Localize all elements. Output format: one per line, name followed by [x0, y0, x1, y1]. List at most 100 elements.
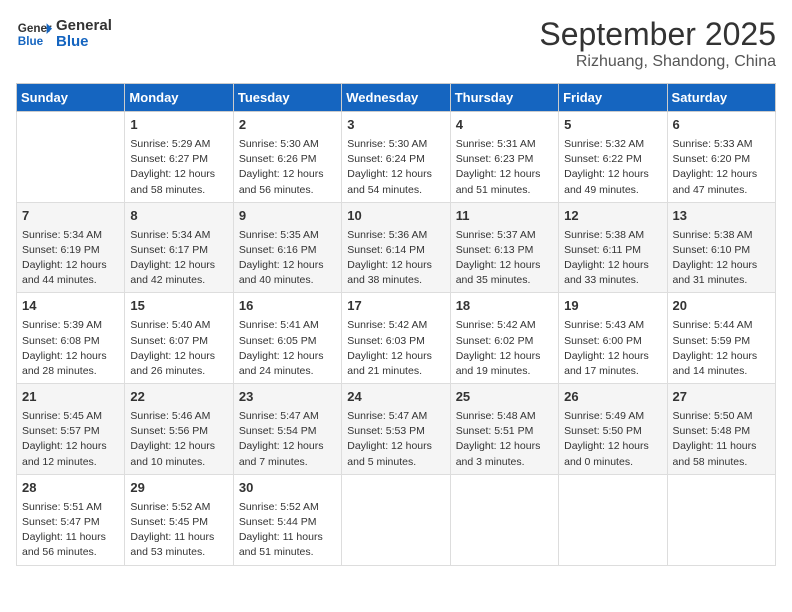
- calendar-header: SundayMondayTuesdayWednesdayThursdayFrid…: [17, 84, 776, 112]
- day-cell: 2 Sunrise: 5:30 AM Sunset: 6:26 PM Daylig…: [233, 112, 341, 203]
- day-info: Sunrise: 5:47 AM Sunset: 5:54 PM Dayligh…: [239, 409, 336, 470]
- day-info: Sunrise: 5:38 AM Sunset: 6:11 PM Dayligh…: [564, 228, 661, 289]
- day-number: 23: [239, 388, 336, 407]
- day-number: 4: [456, 116, 553, 135]
- day-cell: 22 Sunrise: 5:46 AM Sunset: 5:56 PM Dayli…: [125, 384, 233, 475]
- svg-text:Blue: Blue: [18, 35, 44, 48]
- day-cell: 4 Sunrise: 5:31 AM Sunset: 6:23 PM Daylig…: [450, 112, 558, 203]
- day-cell: 3 Sunrise: 5:30 AM Sunset: 6:24 PM Daylig…: [342, 112, 450, 203]
- header-cell-saturday: Saturday: [667, 84, 775, 112]
- day-number: 3: [347, 116, 444, 135]
- day-info: Sunrise: 5:34 AM Sunset: 6:17 PM Dayligh…: [130, 228, 227, 289]
- day-cell: 29 Sunrise: 5:52 AM Sunset: 5:45 PM Dayli…: [125, 474, 233, 565]
- day-info: Sunrise: 5:32 AM Sunset: 6:22 PM Dayligh…: [564, 137, 661, 198]
- day-cell: [450, 474, 558, 565]
- day-number: 20: [673, 297, 770, 316]
- day-info: Sunrise: 5:48 AM Sunset: 5:51 PM Dayligh…: [456, 409, 553, 470]
- header-row: SundayMondayTuesdayWednesdayThursdayFrid…: [17, 84, 776, 112]
- day-cell: 27Sunrise: 5:50 AM Sunset: 5:48 PM Dayli…: [667, 384, 775, 475]
- header-cell-sunday: Sunday: [17, 84, 125, 112]
- day-info: Sunrise: 5:33 AM Sunset: 6:20 PM Dayligh…: [673, 137, 770, 198]
- day-info: Sunrise: 5:36 AM Sunset: 6:14 PM Dayligh…: [347, 228, 444, 289]
- day-cell: 13 Sunrise: 5:38 AM Sunset: 6:10 PM Dayli…: [667, 202, 775, 293]
- day-number: 8: [130, 207, 227, 226]
- day-cell: 23 Sunrise: 5:47 AM Sunset: 5:54 PM Dayli…: [233, 384, 341, 475]
- day-number: 17: [347, 297, 444, 316]
- day-info: Sunrise: 5:52 AM Sunset: 5:45 PM Dayligh…: [130, 500, 227, 561]
- day-number: 22: [130, 388, 227, 407]
- day-number: 6: [673, 116, 770, 135]
- day-cell: [17, 112, 125, 203]
- header-cell-wednesday: Wednesday: [342, 84, 450, 112]
- week-row-1: 1 Sunrise: 5:29 AM Sunset: 6:27 PM Daylig…: [17, 112, 776, 203]
- day-number: 28: [22, 479, 119, 498]
- day-number: 12: [564, 207, 661, 226]
- day-info: Sunrise: 5:35 AM Sunset: 6:16 PM Dayligh…: [239, 228, 336, 289]
- day-cell: 9 Sunrise: 5:35 AM Sunset: 6:16 PM Daylig…: [233, 202, 341, 293]
- day-number: 13: [673, 207, 770, 226]
- day-info: Sunrise: 5:30 AM Sunset: 6:24 PM Dayligh…: [347, 137, 444, 198]
- day-info: Sunrise: 5:29 AM Sunset: 6:27 PM Dayligh…: [130, 137, 227, 198]
- week-row-4: 21Sunrise: 5:45 AM Sunset: 5:57 PM Dayli…: [17, 384, 776, 475]
- day-number: 11: [456, 207, 553, 226]
- day-cell: 21Sunrise: 5:45 AM Sunset: 5:57 PM Dayli…: [17, 384, 125, 475]
- day-cell: 14Sunrise: 5:39 AM Sunset: 6:08 PM Dayli…: [17, 293, 125, 384]
- day-number: 10: [347, 207, 444, 226]
- header-cell-friday: Friday: [559, 84, 667, 112]
- day-info: Sunrise: 5:34 AM Sunset: 6:19 PM Dayligh…: [22, 228, 119, 289]
- location-subtitle: Rizhuang, Shandong, China: [539, 53, 776, 71]
- day-cell: [559, 474, 667, 565]
- day-cell: [667, 474, 775, 565]
- day-number: 25: [456, 388, 553, 407]
- day-cell: 30Sunrise: 5:52 AM Sunset: 5:44 PM Dayli…: [233, 474, 341, 565]
- day-cell: 28Sunrise: 5:51 AM Sunset: 5:47 PM Dayli…: [17, 474, 125, 565]
- logo: General Blue General Blue: [16, 16, 112, 52]
- day-info: Sunrise: 5:52 AM Sunset: 5:44 PM Dayligh…: [239, 500, 336, 561]
- day-info: Sunrise: 5:41 AM Sunset: 6:05 PM Dayligh…: [239, 318, 336, 379]
- day-number: 19: [564, 297, 661, 316]
- day-number: 26: [564, 388, 661, 407]
- month-title: September 2025: [539, 16, 776, 53]
- day-info: Sunrise: 5:38 AM Sunset: 6:10 PM Dayligh…: [673, 228, 770, 289]
- day-number: 15: [130, 297, 227, 316]
- day-info: Sunrise: 5:42 AM Sunset: 6:02 PM Dayligh…: [456, 318, 553, 379]
- day-number: 5: [564, 116, 661, 135]
- week-row-5: 28Sunrise: 5:51 AM Sunset: 5:47 PM Dayli…: [17, 474, 776, 565]
- day-number: 16: [239, 297, 336, 316]
- week-row-3: 14Sunrise: 5:39 AM Sunset: 6:08 PM Dayli…: [17, 293, 776, 384]
- day-cell: 24Sunrise: 5:47 AM Sunset: 5:53 PM Dayli…: [342, 384, 450, 475]
- day-cell: 11 Sunrise: 5:37 AM Sunset: 6:13 PM Dayli…: [450, 202, 558, 293]
- day-cell: 19Sunrise: 5:43 AM Sunset: 6:00 PM Dayli…: [559, 293, 667, 384]
- day-info: Sunrise: 5:49 AM Sunset: 5:50 PM Dayligh…: [564, 409, 661, 470]
- day-cell: 8 Sunrise: 5:34 AM Sunset: 6:17 PM Daylig…: [125, 202, 233, 293]
- day-number: 9: [239, 207, 336, 226]
- title-block: September 2025 Rizhuang, Shandong, China: [539, 16, 776, 71]
- day-cell: 17 Sunrise: 5:42 AM Sunset: 6:03 PM Dayli…: [342, 293, 450, 384]
- day-info: Sunrise: 5:45 AM Sunset: 5:57 PM Dayligh…: [22, 409, 119, 470]
- day-info: Sunrise: 5:40 AM Sunset: 6:07 PM Dayligh…: [130, 318, 227, 379]
- day-info: Sunrise: 5:46 AM Sunset: 5:56 PM Dayligh…: [130, 409, 227, 470]
- day-number: 1: [130, 116, 227, 135]
- header-cell-tuesday: Tuesday: [233, 84, 341, 112]
- day-number: 2: [239, 116, 336, 135]
- day-info: Sunrise: 5:37 AM Sunset: 6:13 PM Dayligh…: [456, 228, 553, 289]
- day-number: 24: [347, 388, 444, 407]
- day-cell: 6 Sunrise: 5:33 AM Sunset: 6:20 PM Daylig…: [667, 112, 775, 203]
- day-number: 7: [22, 207, 119, 226]
- day-cell: 7 Sunrise: 5:34 AM Sunset: 6:19 PM Daylig…: [17, 202, 125, 293]
- day-info: Sunrise: 5:42 AM Sunset: 6:03 PM Dayligh…: [347, 318, 444, 379]
- day-info: Sunrise: 5:31 AM Sunset: 6:23 PM Dayligh…: [456, 137, 553, 198]
- day-cell: [342, 474, 450, 565]
- day-cell: 1 Sunrise: 5:29 AM Sunset: 6:27 PM Daylig…: [125, 112, 233, 203]
- day-cell: 26 Sunrise: 5:49 AM Sunset: 5:50 PM Dayli…: [559, 384, 667, 475]
- day-cell: 16 Sunrise: 5:41 AM Sunset: 6:05 PM Dayli…: [233, 293, 341, 384]
- day-number: 29: [130, 479, 227, 498]
- logo-blue-text: Blue: [56, 33, 89, 50]
- header-cell-monday: Monday: [125, 84, 233, 112]
- day-info: Sunrise: 5:30 AM Sunset: 6:26 PM Dayligh…: [239, 137, 336, 198]
- calendar-table: SundayMondayTuesdayWednesdayThursdayFrid…: [16, 83, 776, 566]
- calendar-body: 1 Sunrise: 5:29 AM Sunset: 6:27 PM Daylig…: [17, 112, 776, 566]
- day-cell: 20 Sunrise: 5:44 AM Sunset: 5:59 PM Dayli…: [667, 293, 775, 384]
- day-info: Sunrise: 5:44 AM Sunset: 5:59 PM Dayligh…: [673, 318, 770, 379]
- day-info: Sunrise: 5:39 AM Sunset: 6:08 PM Dayligh…: [22, 318, 119, 379]
